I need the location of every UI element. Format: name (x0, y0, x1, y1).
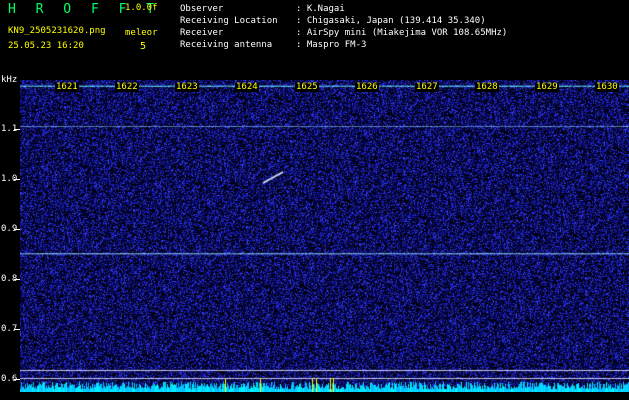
observer-label: Observer (180, 4, 224, 14)
observer-value: : K.Nagai (296, 4, 345, 14)
minute-label: 1628 (475, 82, 499, 92)
y-tick-mark (14, 229, 20, 230)
y-tick-mark (14, 129, 20, 130)
location-value: : Chigasaki, Japan (139.414 35.340) (296, 16, 486, 26)
antenna-value: : Maspro FM-3 (296, 40, 367, 50)
minute-label: 1629 (535, 82, 559, 92)
hroft-window: H R O F F T 1.0.0f KN9_2505231620.png me… (0, 0, 629, 400)
datetime-label: 25.05.23 16:20 (8, 41, 84, 51)
minute-label: 1625 (295, 82, 319, 92)
antenna-label: Receiving antenna (180, 40, 273, 50)
location-label: Receiving Location (180, 16, 278, 26)
y-tick-mark (14, 279, 20, 280)
minute-label: 1624 (235, 82, 259, 92)
app-version: 1.0.0f (125, 3, 158, 13)
filename-label: KN9_2505231620.png (8, 26, 106, 36)
minute-label: 1630 (595, 82, 619, 92)
meleor-label: meleor (125, 28, 158, 38)
receiver-label: Receiver (180, 28, 224, 38)
y-tick-mark (14, 329, 20, 330)
minute-label: 1627 (415, 82, 439, 92)
y-tick-mark (14, 379, 20, 380)
minute-label: 1622 (115, 82, 139, 92)
minute-label: 1621 (55, 82, 79, 92)
minute-label: 1626 (355, 82, 379, 92)
meleor-count: 5 (140, 41, 147, 52)
minute-label: 1623 (175, 82, 199, 92)
spectrogram-canvas (20, 80, 629, 392)
y-axis-unit: kHz (1, 75, 18, 85)
y-tick-mark (14, 179, 20, 180)
receiver-value: : AirSpy mini (Miakejima VOR 108.65MHz) (296, 28, 508, 38)
